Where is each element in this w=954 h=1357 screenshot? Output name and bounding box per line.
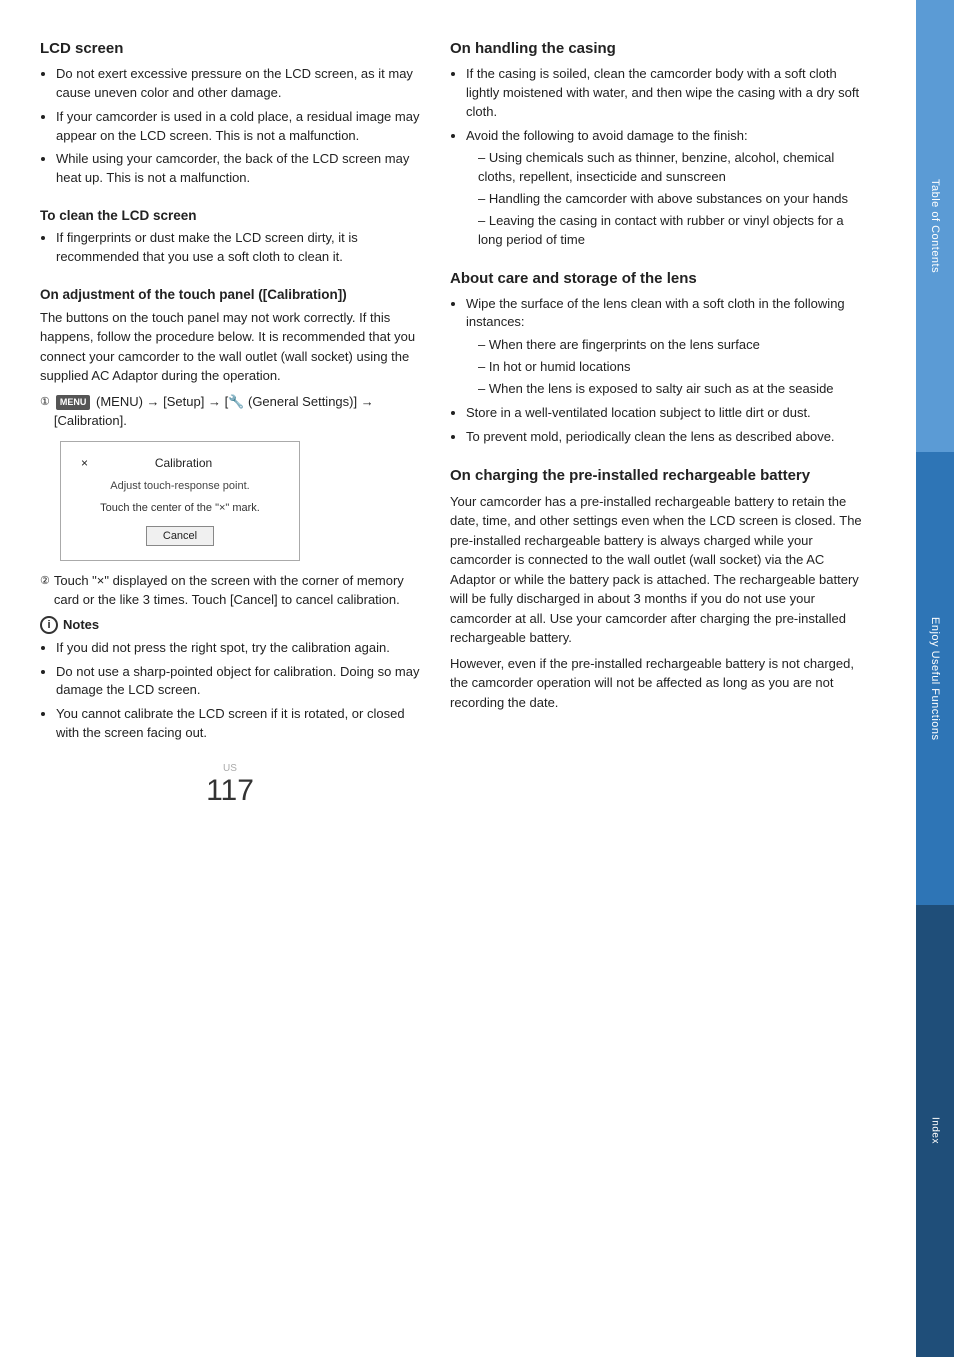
sidebar-toc-label: Table of Contents bbox=[929, 179, 941, 273]
right-column: On handling the casing If the casing is … bbox=[450, 40, 870, 1297]
page-label: US bbox=[40, 763, 420, 774]
list-item: Do not use a sharp-pointed object for ca… bbox=[56, 663, 420, 701]
sub-list-item: When the lens is exposed to salty air su… bbox=[478, 380, 870, 399]
calibration-title-row: × Calibration bbox=[81, 456, 279, 472]
cancel-button[interactable]: Cancel bbox=[146, 526, 214, 546]
touch-panel-heading: On adjustment of the touch panel ([Calib… bbox=[40, 287, 420, 302]
sub-list-item: Using chemicals such as thinner, benzine… bbox=[478, 149, 870, 187]
left-column: LCD screen Do not exert excessive pressu… bbox=[40, 40, 420, 1297]
sidebar-toc[interactable]: Table of Contents bbox=[916, 0, 954, 452]
lcd-screen-section: LCD screen Do not exert excessive pressu… bbox=[40, 40, 420, 188]
sidebar-index[interactable]: Index bbox=[916, 905, 954, 1357]
clean-lcd-list: If fingerprints or dust make the LCD scr… bbox=[40, 229, 420, 267]
sidebar-enjoy-label: Enjoy Useful Functions bbox=[929, 617, 941, 741]
notes-header: i Notes bbox=[40, 616, 420, 634]
care-lens-section: About care and storage of the lens Wipe … bbox=[450, 270, 870, 447]
step2-num: ② bbox=[40, 573, 50, 590]
rechargeable-para2: However, even if the pre-installed recha… bbox=[450, 654, 870, 713]
sub-list-item: Handling the camcorder with above substa… bbox=[478, 190, 870, 209]
list-item: Store in a well-ventilated location subj… bbox=[466, 404, 870, 423]
lcd-screen-heading: LCD screen bbox=[40, 40, 420, 57]
rechargeable-section: On charging the pre-installed rechargeab… bbox=[450, 467, 870, 713]
close-icon[interactable]: × bbox=[81, 456, 88, 472]
menu-badge: MENU bbox=[56, 395, 91, 411]
page-container: LCD screen Do not exert excessive pressu… bbox=[0, 0, 954, 1357]
calibration-title: Calibration bbox=[88, 456, 279, 470]
handling-casing-list: If the casing is soiled, clean the camco… bbox=[450, 65, 870, 250]
list-item: Wipe the surface of the lens clean with … bbox=[466, 295, 870, 399]
step1-line: ① MENU (MENU) → [Setup] → [🔧 (General Se… bbox=[40, 392, 420, 431]
casing-sub-list: Using chemicals such as thinner, benzine… bbox=[466, 149, 870, 249]
notes-icon: i bbox=[40, 616, 58, 634]
sub-list-item: When there are fingerprints on the lens … bbox=[478, 336, 870, 355]
list-item: If the casing is soiled, clean the camco… bbox=[466, 65, 870, 122]
sub-list-item: Leaving the casing in contact with rubbe… bbox=[478, 212, 870, 250]
care-lens-list: Wipe the surface of the lens clean with … bbox=[450, 295, 870, 447]
touch-panel-intro: The buttons on the touch panel may not w… bbox=[40, 308, 420, 386]
main-content: LCD screen Do not exert excessive pressu… bbox=[0, 0, 916, 1357]
step1-num: ① bbox=[40, 394, 50, 411]
sidebar-index-label: Index bbox=[930, 1117, 941, 1144]
step1-content: MENU (MENU) → [Setup] → [🔧 (General Sett… bbox=[54, 392, 420, 431]
rechargeable-para1: Your camcorder has a pre-installed recha… bbox=[450, 492, 870, 648]
notes-heading: Notes bbox=[63, 617, 99, 632]
notes-list: If you did not press the right spot, try… bbox=[40, 639, 420, 743]
list-item: Do not exert excessive pressure on the L… bbox=[56, 65, 420, 103]
rechargeable-heading: On charging the pre-installed rechargeab… bbox=[450, 467, 870, 484]
clean-lcd-heading: To clean the LCD screen bbox=[40, 208, 420, 223]
handling-casing-section: On handling the casing If the casing is … bbox=[450, 40, 870, 250]
lens-sub-list: When there are fingerprints on the lens … bbox=[466, 336, 870, 399]
touch-panel-section: On adjustment of the touch panel ([Calib… bbox=[40, 287, 420, 743]
calibration-box: × Calibration Adjust touch-response poin… bbox=[60, 441, 300, 561]
calibration-instruction: Touch the center of the "×" mark. bbox=[81, 502, 279, 514]
page-footer: US 117 bbox=[40, 763, 420, 820]
sidebar: Table of Contents Enjoy Useful Functions… bbox=[916, 0, 954, 1357]
list-item: Avoid the following to avoid damage to t… bbox=[466, 127, 870, 250]
list-item: To prevent mold, periodically clean the … bbox=[466, 428, 870, 447]
page-number: US 117 bbox=[40, 763, 420, 808]
clean-lcd-section: To clean the LCD screen If fingerprints … bbox=[40, 208, 420, 267]
sidebar-enjoy[interactable]: Enjoy Useful Functions bbox=[916, 452, 954, 904]
step2-line: ② Touch "×" displayed on the screen with… bbox=[40, 571, 420, 610]
list-item: If your camcorder is used in a cold plac… bbox=[56, 108, 420, 146]
list-item: If fingerprints or dust make the LCD scr… bbox=[56, 229, 420, 267]
care-lens-heading: About care and storage of the lens bbox=[450, 270, 870, 287]
notes-section: i Notes If you did not press the right s… bbox=[40, 616, 420, 743]
list-item: If you did not press the right spot, try… bbox=[56, 639, 420, 658]
list-item: You cannot calibrate the LCD screen if i… bbox=[56, 705, 420, 743]
step2-content: Touch "×" displayed on the screen with t… bbox=[54, 571, 420, 610]
calibration-subtitle: Adjust touch-response point. bbox=[81, 480, 279, 492]
list-item: While using your camcorder, the back of … bbox=[56, 150, 420, 188]
handling-casing-heading: On handling the casing bbox=[450, 40, 870, 57]
lcd-screen-list: Do not exert excessive pressure on the L… bbox=[40, 65, 420, 188]
settings-icon: 🔧 bbox=[228, 394, 244, 409]
sub-list-item: In hot or humid locations bbox=[478, 358, 870, 377]
